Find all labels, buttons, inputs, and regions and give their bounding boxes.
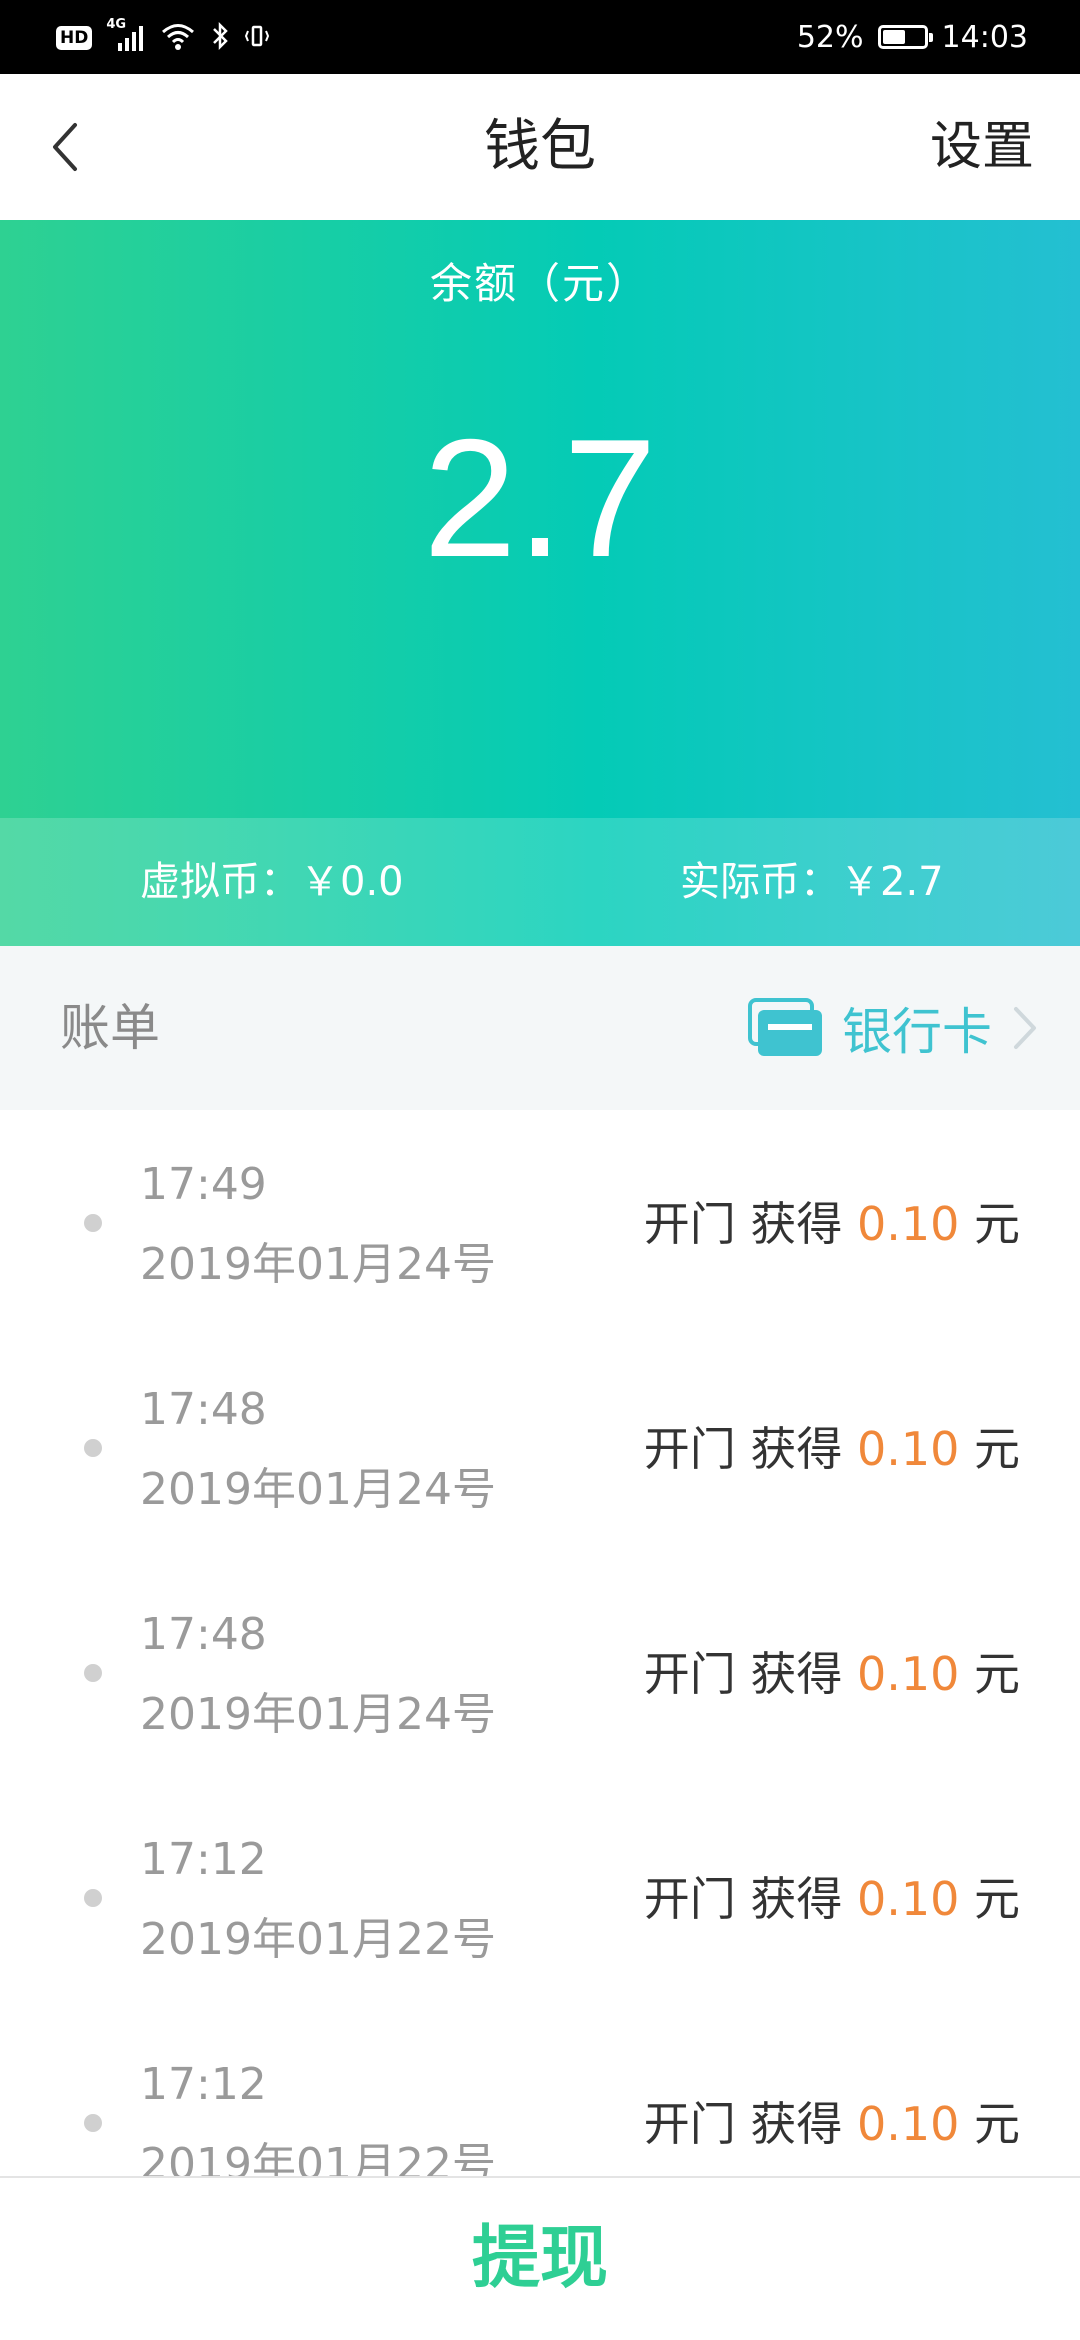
bottom-bar: 提现 [0,2176,1080,2340]
status-left: HD 4G [56,17,270,58]
row-unit: 元 [974,1647,1020,1701]
signal-icon: 4G [106,17,146,53]
row-amount: 0.10 [856,1422,960,1476]
row-amount: 0.10 [856,1872,960,1926]
battery-icon [877,25,933,49]
bank-card-label: 银行卡 [842,1003,992,1061]
row-amount: 0.10 [856,2097,960,2151]
chevron-right-icon [1014,1007,1036,1049]
row-action: 开门 获得 [643,1872,843,1926]
row-description: 开门 获得 0.10 元 [644,1419,1020,1479]
row-time: 17:49 [140,1159,267,1210]
row-date: 2019年01月24号 [140,1689,496,1740]
table-row: 17:49 2019年01月24号 开门 获得 0.10 元 [0,1110,1080,1335]
row-date: 2019年01月24号 [140,1464,496,1515]
table-row: 17:12 2019年01月22号 开门 获得 0.10 元 [0,1785,1080,2010]
row-date: 2019年01月22号 [140,2139,496,2176]
timeline-dot [84,1214,102,1232]
balance-label: 余额（元） [429,259,650,308]
row-action: 开门 获得 [643,1647,843,1701]
row-unit: 元 [974,2097,1020,2151]
real-coin: 实际币：￥2.7 [680,859,944,905]
row-time: 17:12 [140,2059,267,2110]
coin-bar: 虚拟币：￥0.0 实际币：￥2.7 [0,818,1080,946]
row-amount: 0.10 [856,1647,960,1701]
table-row: 17:48 2019年01月24号 开门 获得 0.10 元 [0,1335,1080,1560]
row-action: 开门 获得 [643,2097,843,2151]
row-date: 2019年01月24号 [140,1239,496,1290]
status-bar: HD 4G 52% 14:03 [0,0,1080,74]
vibrate-icon [244,21,270,55]
bank-card-link[interactable]: 银行卡 [748,946,1040,1110]
network-type: 4G [106,17,127,32]
row-description: 开门 获得 0.10 元 [644,1869,1020,1929]
hd-badge: HD [56,26,93,50]
page-title: 钱包 [484,114,596,179]
row-unit: 元 [974,1872,1020,1926]
table-row: 17:48 2019年01月24号 开门 获得 0.10 元 [0,1560,1080,1785]
row-date: 2019年01月22号 [140,1914,496,1965]
timeline-dot [84,1439,102,1457]
transaction-list[interactable]: 17:49 2019年01月24号 开门 获得 0.10 元 17:48 201… [0,1110,1080,2176]
timeline-dot [84,1889,102,1907]
row-unit: 元 [974,1422,1020,1476]
virtual-coin: 虚拟币：￥0.0 [140,859,404,905]
timeline-dot [84,1664,102,1682]
app-header: 钱包 设置 [0,74,1080,220]
bill-title: 账单 [60,999,160,1057]
row-action: 开门 获得 [643,1422,843,1476]
row-time: 17:48 [140,1384,267,1435]
withdraw-button[interactable]: 提现 [0,2178,1080,2340]
balance-amount: 2.7 [423,404,657,592]
table-row: 17:12 2019年01月22号 开门 获得 0.10 元 [0,2010,1080,2176]
row-unit: 元 [974,1197,1020,1251]
row-description: 开门 获得 0.10 元 [644,2094,1020,2154]
wifi-icon [160,21,196,55]
row-time: 17:48 [140,1609,267,1660]
bank-card-icon [748,998,822,1056]
settings-button[interactable]: 设置 [930,74,1034,220]
row-description: 开门 获得 0.10 元 [644,1194,1020,1254]
wallet-screen: HD 4G 52% 14:03 钱包 设置 余额（元） 2.7 虚拟币：￥0.0… [0,0,1080,2340]
clock: 14:03 [941,19,1028,55]
bluetooth-icon [210,21,230,55]
row-amount: 0.10 [856,1197,960,1251]
bill-header: 账单 银行卡 [0,946,1080,1110]
battery-percent: 52% [796,19,864,55]
row-time: 17:12 [140,1834,267,1885]
row-action: 开门 获得 [643,1197,843,1251]
timeline-dot [84,2114,102,2132]
row-description: 开门 获得 0.10 元 [644,1644,1020,1704]
status-right: 52% 14:03 [797,14,1028,60]
battery-fill [882,30,906,44]
